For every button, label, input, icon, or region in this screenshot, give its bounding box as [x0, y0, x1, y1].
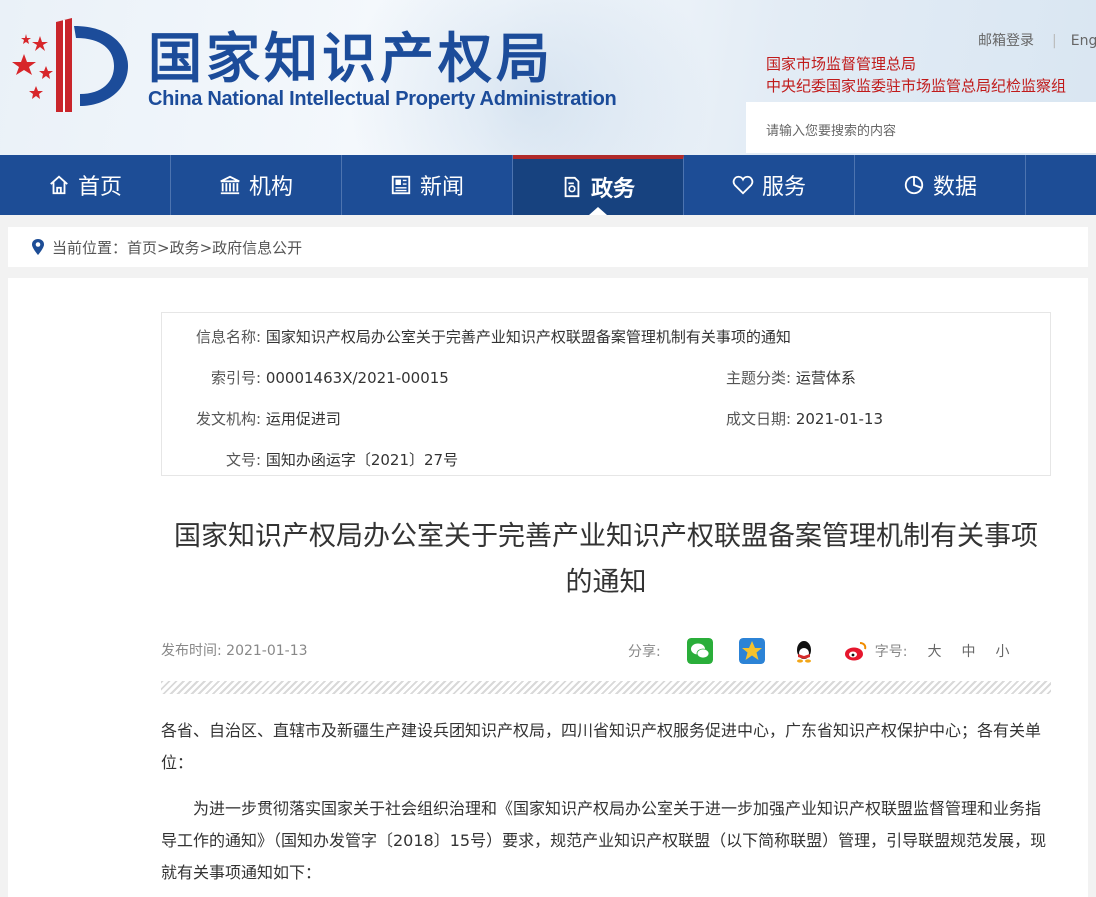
info-org-value: 运用促进司	[265, 410, 341, 428]
search-placeholder: 请输入您要搜索的内容	[766, 124, 897, 139]
search-input[interactable]: 请输入您要搜索的内容	[746, 102, 1096, 153]
home-icon	[50, 175, 68, 195]
nav-item-news[interactable]: 新闻	[342, 155, 513, 215]
nav-label: 首页	[77, 175, 122, 200]
logo-chinese-title[interactable]: 国家知识产权局	[148, 14, 554, 93]
info-org-label: 发文机构:	[196, 410, 262, 428]
nav-item-institution[interactable]: 机构	[171, 155, 342, 215]
nav-item-government[interactable]: 政务	[513, 155, 684, 215]
publish-date: 2021-01-13	[226, 643, 308, 659]
qq-icon[interactable]	[790, 638, 817, 664]
nav-label: 服务	[761, 175, 806, 200]
breadcrumb: 当前位置： 首页>政务>政府信息公开	[8, 227, 1088, 267]
info-date-label: 成文日期:	[726, 410, 792, 428]
discipline-inspection-link[interactable]: 中央纪委国家监委驻市场监管总局纪检监察组	[766, 75, 1066, 96]
article-paragraph: 为进一步贯彻落实国家关于社会组织治理和《国家知识产权局办公室关于进一步加强产业知…	[161, 799, 1047, 882]
info-index-label: 索引号:	[211, 369, 262, 387]
info-name-label: 信息名称:	[196, 328, 262, 346]
nav-label: 新闻	[419, 175, 464, 200]
info-topic-label: 主题分类:	[726, 369, 792, 387]
info-org-row: 发文机构: 运用促进司	[196, 408, 341, 429]
font-size-label: 字号:	[874, 644, 908, 660]
logo-english-title[interactable]: China National Intellectual Property Adm…	[148, 88, 617, 111]
mail-login-link[interactable]: 邮箱登录	[978, 33, 1034, 49]
english-link[interactable]: Eng	[1071, 33, 1096, 49]
news-icon	[391, 175, 411, 195]
nav-item-home[interactable]: 首页	[0, 155, 171, 215]
top-links-divider: |	[1052, 33, 1057, 49]
info-date-row: 成文日期: 2021-01-13	[726, 408, 883, 429]
font-size-medium[interactable]: 中	[961, 641, 975, 661]
main-content: 信息名称: 国家知识产权局办公室关于完善产业知识产权联盟备案管理机制有关事项的通…	[8, 278, 1088, 897]
breadcrumb-path[interactable]: 首页>政务>政府信息公开	[127, 237, 302, 258]
samr-link[interactable]: 国家市场监督管理总局	[766, 53, 916, 74]
document-info-table: 信息名称: 国家知识产权局办公室关于完善产业知识产权联盟备案管理机制有关事项的通…	[161, 312, 1051, 476]
article-paragraph: 各省、自治区、直辖市及新疆生产建设兵团知识产权局，四川省知识产权服务促进中心，广…	[161, 721, 1042, 772]
font-size-large[interactable]: 大	[927, 641, 941, 661]
top-links: 邮箱登录 | Eng	[978, 30, 1096, 50]
info-index-value: 00001463X/2021-00015	[265, 369, 449, 387]
institution-icon	[220, 175, 240, 195]
info-index-row: 索引号: 00001463X/2021-00015	[211, 367, 449, 388]
info-topic-row: 主题分类: 运营体系	[726, 367, 856, 388]
info-name-value: 国家知识产权局办公室关于完善产业知识产权联盟备案管理机制有关事项的通知	[265, 328, 791, 346]
publish-label: 发布时间:	[161, 643, 222, 659]
location-pin-icon	[32, 239, 44, 255]
government-icon	[564, 176, 580, 198]
nav-item-service[interactable]: 服务	[684, 155, 855, 215]
info-name-row: 信息名称: 国家知识产权局办公室关于完善产业知识产权联盟备案管理机制有关事项的通…	[196, 326, 791, 347]
nav-label: 政务	[590, 177, 635, 202]
wechat-icon[interactable]	[686, 638, 713, 664]
article-title: 国家知识产权局办公室关于完善产业知识产权联盟备案管理机制有关事项的通知	[174, 521, 1038, 598]
info-docno-label: 文号:	[226, 451, 262, 469]
weibo-icon[interactable]	[842, 638, 869, 664]
share-label: 分享:	[628, 644, 661, 660]
nav-label: 机构	[248, 175, 293, 200]
breadcrumb-prefix: 当前位置：	[52, 238, 128, 257]
nav-item-data[interactable]: 数据	[855, 155, 1026, 215]
data-icon	[904, 175, 924, 195]
striped-divider	[161, 681, 1051, 694]
info-docno-row: 文号: 国知办函运字〔2021〕27号	[226, 449, 458, 470]
cnipa-emblem-icon[interactable]	[6, 14, 136, 114]
share-bar: 分享: 字号: 大 中 小	[628, 638, 1009, 664]
nav-item-more[interactable]	[1026, 155, 1096, 215]
main-nav: 首页 机构 新闻 政务 服务 数据	[0, 155, 1096, 215]
font-size-small[interactable]: 小	[995, 641, 1009, 661]
info-date-value: 2021-01-13	[795, 410, 884, 428]
info-topic-value: 运营体系	[795, 369, 856, 387]
nav-label: 数据	[932, 175, 977, 200]
info-docno-value: 国知办函运字〔2021〕27号	[265, 451, 459, 469]
site-header: 国家知识产权局 China National Intellectual Prop…	[0, 0, 1096, 155]
publish-meta: 发布时间: 2021-01-13	[161, 640, 308, 660]
qzone-icon[interactable]	[738, 638, 765, 664]
service-icon	[732, 175, 754, 195]
